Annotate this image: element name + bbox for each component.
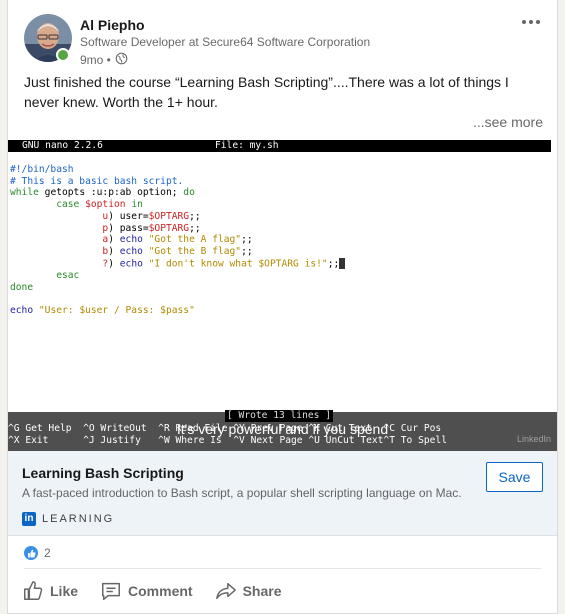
author-name[interactable]: Al Piepho xyxy=(80,17,145,33)
like-label: Like xyxy=(50,583,79,599)
preview-title[interactable]: Learning Bash Scripting xyxy=(22,465,184,481)
nano-file-name: File: my.sh xyxy=(215,140,279,151)
like-button[interactable]: Like xyxy=(20,576,80,606)
video-watermark: LinkedIn xyxy=(516,434,551,444)
video-player[interactable]: GNU nano 2.2.6 File: my.sh #!/bin/bash #… xyxy=(8,138,557,451)
divider xyxy=(24,568,541,569)
comment-label: Comment xyxy=(128,583,193,599)
code-editor-content: #!/bin/bash # This is a basic bash scrip… xyxy=(10,164,346,317)
like-reaction-icon xyxy=(24,546,38,560)
reaction-count: 2 xyxy=(44,546,51,560)
feed-post-card: Al Piepho Software Developer at Secure64… xyxy=(7,0,558,614)
social-actions: Like Comment Share xyxy=(20,576,284,606)
save-button[interactable]: Save xyxy=(486,462,543,492)
see-more-link[interactable]: ...see more xyxy=(473,114,543,130)
author-headline: Software Developer at Secure64 Software … xyxy=(80,35,371,49)
nano-status-message: [ Wrote 13 lines ] xyxy=(225,410,333,422)
more-options-icon[interactable] xyxy=(517,12,545,32)
nano-title-bar: GNU nano 2.2.6 File: my.sh xyxy=(8,140,551,152)
globe-icon xyxy=(115,52,128,68)
share-icon xyxy=(215,580,237,602)
share-button[interactable]: Share xyxy=(213,576,284,606)
post-text: Just finished the course “Learning Bash … xyxy=(24,74,509,110)
link-preview[interactable]: Learning Bash Scripting A fast-paced int… xyxy=(8,451,557,536)
online-status-icon xyxy=(56,48,70,62)
post-meta: 9mo • xyxy=(80,52,128,68)
linkedin-logo-icon: in xyxy=(22,512,36,526)
linkedin-learning-brand: in LEARNING xyxy=(22,512,114,526)
share-label: Share xyxy=(242,583,282,599)
preview-description: A fast-paced introduction to Bash script… xyxy=(22,486,462,500)
thumbs-up-icon xyxy=(22,580,44,602)
brand-text: LEARNING xyxy=(42,513,115,525)
comment-icon xyxy=(100,580,122,602)
comment-button[interactable]: Comment xyxy=(98,576,195,606)
nano-version: GNU nano 2.2.6 xyxy=(22,140,103,151)
post-time: 9mo • xyxy=(80,53,111,67)
video-caption-text: It's very powerful and if you spend xyxy=(176,421,389,437)
reactions-summary[interactable]: 2 xyxy=(24,546,51,560)
